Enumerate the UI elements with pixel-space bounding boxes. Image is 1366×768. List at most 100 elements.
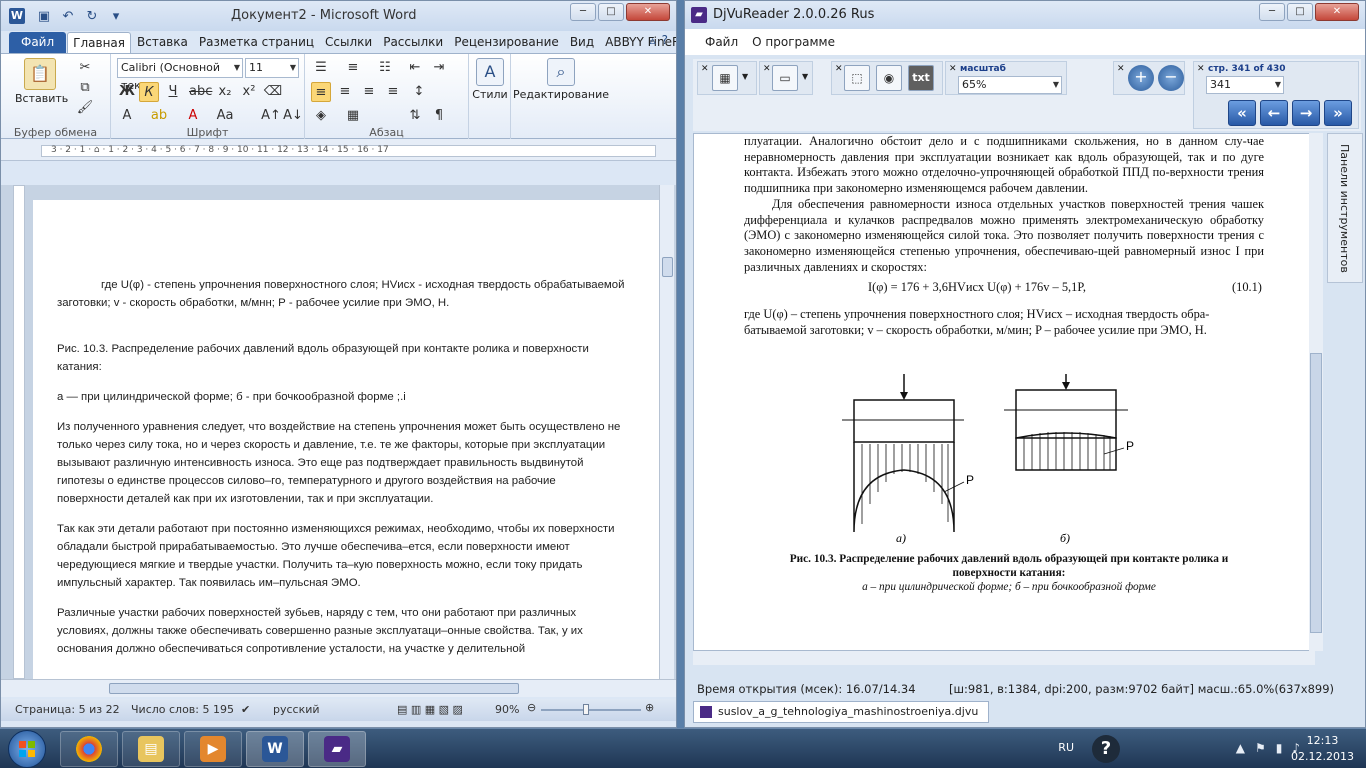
close-icon[interactable]: ✕ [1117,64,1125,74]
status-page[interactable]: Страница: 5 из 22 [15,703,120,716]
close-icon[interactable]: ✕ [949,64,957,74]
superscript-button[interactable]: x² [239,82,259,102]
maximize-button[interactable]: □ [1287,3,1313,21]
page-combo[interactable]: 341 ▼ [1206,76,1284,94]
decrease-indent-icon[interactable]: ⇤ [405,58,425,78]
select-image-icon[interactable]: ◉ [876,65,902,91]
chevron-down-icon[interactable]: ▼ [742,72,748,81]
minimize-ribbon-icon[interactable]: ▵ [650,33,656,47]
document-text[interactable]: где U(φ) - степень упрочнения поверхност… [57,276,625,670]
taskbar-djvureader[interactable]: ▰ [308,731,366,767]
save-icon[interactable]: ▣ [35,7,53,25]
minimize-button[interactable]: ─ [1259,3,1285,21]
taskbar-word[interactable]: W [246,731,304,767]
help-icon[interactable]: ? [1092,735,1120,763]
paragraph-formula-explanation[interactable]: где U(φ) - степень упрочнения поверхност… [57,276,625,312]
zoom-in-icon[interactable]: ⊕ [645,701,654,714]
layout-icon[interactable]: ▦ [712,65,738,91]
djvu-vscroll-thumb[interactable] [1310,353,1322,633]
align-left-button[interactable]: ≡ [311,82,331,102]
tab-home[interactable]: Главная [67,32,131,53]
maximize-button[interactable]: □ [598,3,624,21]
status-zoom[interactable]: 90% [495,703,519,716]
close-icon[interactable]: ✕ [1197,64,1205,74]
paragraph-body-3[interactable]: Различные участки рабочих поверхностей з… [57,604,625,658]
network-icon[interactable]: ▮ [1276,741,1283,755]
tray-clock[interactable]: 12:13 02.12.2013 [1291,733,1354,765]
tab-mailings[interactable]: Рассылки [378,32,448,53]
chevron-down-icon[interactable]: ▼ [802,72,808,81]
taskbar-media-player[interactable]: ▶ [184,731,242,767]
styles-button[interactable]: A Стили [471,58,509,101]
prev-page-button[interactable]: ← [1260,100,1288,126]
align-right-button[interactable]: ≡ [359,82,379,102]
djvu-vertical-scrollbar[interactable] [1309,133,1323,651]
toolbar-panel-tab[interactable]: Панели инструментов [1327,133,1363,283]
tray-expand-icon[interactable]: ▲ [1236,741,1245,755]
copy-icon[interactable]: ⧉ [75,78,95,98]
vertical-ruler[interactable] [13,185,25,679]
zoom-in-icon[interactable]: + [1128,65,1154,91]
redo-icon[interactable]: ↻ [83,7,101,25]
shrink-font-icon[interactable]: A↓ [283,106,303,126]
help-icon[interactable]: ? [662,33,668,47]
action-center-icon[interactable]: ⚑ [1255,741,1266,755]
tab-file[interactable]: Файл [9,32,67,53]
paragraph-figure-subcaption[interactable]: а — при цилиндрической форме; б - при бо… [57,388,625,406]
text-layer-icon[interactable]: txt [908,65,934,91]
change-case-icon[interactable]: Aa [215,106,235,126]
show-marks-icon[interactable]: ¶ [429,106,449,126]
align-center-button[interactable]: ≡ [335,82,355,102]
cut-icon[interactable]: ✂ [75,58,95,78]
sort-icon[interactable]: ⇅ [405,106,425,126]
next-page-button[interactable]: → [1292,100,1320,126]
menu-file[interactable]: Файл [705,35,738,49]
shading-icon[interactable]: ◈ [311,106,331,126]
tab-view[interactable]: Вид [565,32,599,53]
word-hscroll-thumb[interactable] [109,683,519,694]
taskbar-chrome[interactable] [60,731,118,767]
djvu-page-view[interactable]: плуатации. Аналогично обстоит дело и с п… [693,133,1315,651]
bullets-icon[interactable]: ☰ [311,58,331,78]
paragraph-body-1[interactable]: Из полученного уравнения следует, что во… [57,418,625,508]
view-buttons[interactable]: ▤ ▥ ▦ ▧ ▨ [397,703,463,716]
menu-about[interactable]: О программе [752,35,835,49]
djvu-horizontal-scrollbar[interactable] [693,651,1315,665]
horizontal-ruler[interactable]: 3 · 2 · 1 · ⌂ · 1 · 2 · 3 · 4 · 5 · 6 · … [1,139,676,161]
font-color-icon[interactable]: A [183,106,203,126]
paragraph-body-2[interactable]: Так как эти детали работают при постоянн… [57,520,625,592]
first-page-button[interactable]: « [1228,100,1256,126]
editing-button[interactable]: ⌕ Редактирование [513,58,609,101]
select-region-icon[interactable]: ⬚ [844,65,870,91]
font-size-combo[interactable]: 11 ▼ [245,58,299,78]
page-icon[interactable]: ▭ [772,65,798,91]
word-app-icon[interactable]: W [9,8,25,24]
increase-indent-icon[interactable]: ⇥ [429,58,449,78]
numbering-icon[interactable]: ≡ [343,58,363,78]
close-button[interactable]: ✕ [626,3,670,21]
document-page[interactable]: где U(φ) - степень упрочнения поверхност… [33,200,661,679]
underline-button[interactable]: Ч [163,82,183,102]
tab-references[interactable]: Ссылки [320,32,377,53]
paste-button[interactable]: 📋 Вставить [15,58,68,105]
font-name-combo[interactable]: Calibri (Основной тек ▼ [117,58,243,92]
word-horizontal-scrollbar[interactable] [1,679,676,697]
clear-format-icon[interactable]: ⌫ [263,82,283,102]
line-spacing-icon[interactable]: ↕ [409,82,429,102]
word-vertical-scrollbar[interactable] [659,185,674,679]
strikethrough-button[interactable]: abc [189,82,212,102]
grow-font-icon[interactable]: A↑ [261,106,281,126]
zoom-out-icon[interactable]: ⊖ [527,701,536,714]
status-language[interactable]: русский [273,703,320,716]
tab-page-layout[interactable]: Разметка страниц [194,32,319,53]
close-icon[interactable]: ✕ [763,64,771,74]
last-page-button[interactable]: » [1324,100,1352,126]
djvu-app-icon[interactable]: ▰ [691,7,707,23]
start-button[interactable] [8,730,46,768]
tab-review[interactable]: Рецензирование [449,32,564,53]
bold-button[interactable]: Ж [117,82,137,102]
undo-icon[interactable]: ↶ [59,7,77,25]
borders-icon[interactable]: ▦ [343,106,363,126]
minimize-button[interactable]: ─ [570,3,596,21]
italic-button[interactable]: К [139,82,159,102]
